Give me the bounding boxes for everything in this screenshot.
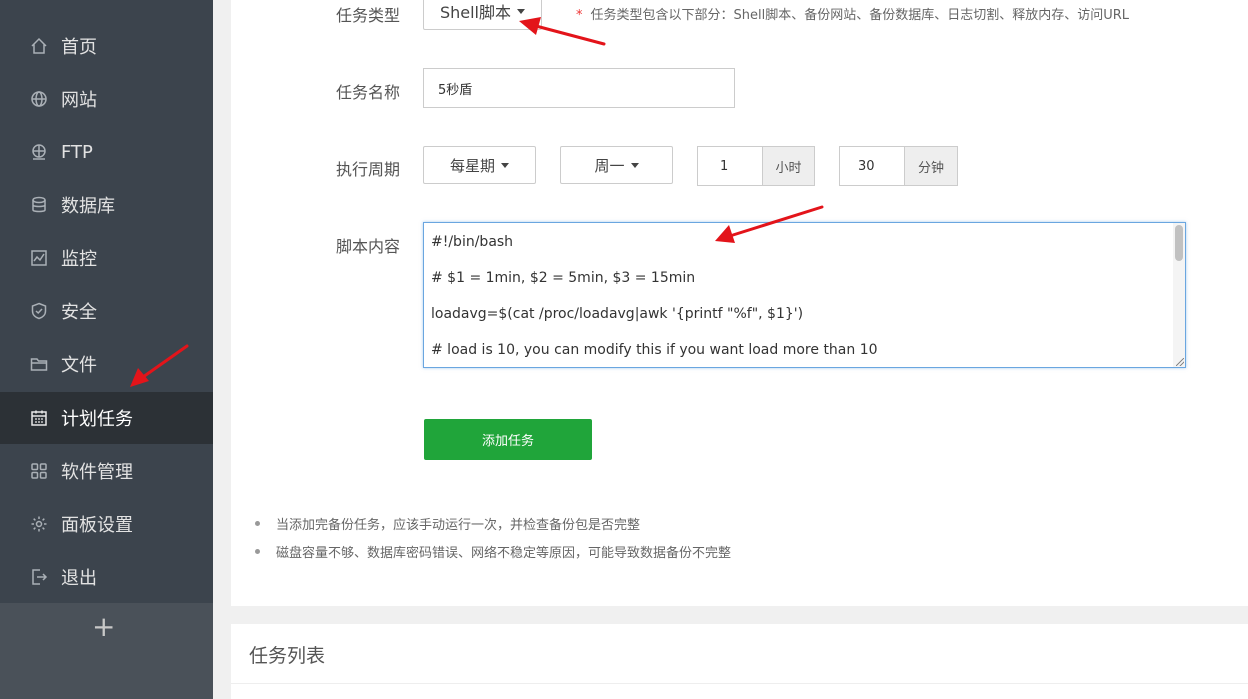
- period-label: 执行周期: [335, 160, 400, 179]
- tip-item: 当添加完备份任务，应该手动运行一次，并检查备份包是否完整: [255, 514, 640, 533]
- sidebar-item-software[interactable]: 软件管理: [0, 445, 213, 497]
- task-type-note-text: 任务类型包含以下部分：Shell脚本、备份网站、备份数据库、日志切割、释放内存、…: [590, 8, 1130, 23]
- calendar-icon: [30, 409, 48, 427]
- divider: [231, 683, 1248, 684]
- database-icon: [30, 196, 48, 214]
- grid-icon: [30, 462, 48, 480]
- code-line: # load is 10, you can modify this if you…: [431, 342, 878, 358]
- weekday-value: 周一: [594, 156, 625, 175]
- sidebar-item-database[interactable]: 数据库: [0, 179, 213, 231]
- code-line: loadavg=$(cat /proc/loadavg|awk '{printf…: [431, 306, 804, 322]
- period-value: 每星期: [449, 156, 495, 175]
- home-icon: [30, 37, 48, 55]
- task-type-dropdown[interactable]: Shell脚本: [423, 0, 542, 30]
- code-line: # $1 = 1min, $2 = 5min, $3 = 15min: [431, 270, 696, 286]
- chevron-down-icon: [517, 8, 526, 14]
- minute-unit: 分钟: [904, 146, 958, 186]
- tip-item: 磁盘容量不够、数据库密码错误、网络不稳定等原因，可能导致数据备份不完整: [255, 542, 731, 561]
- add-button[interactable]: +: [92, 612, 115, 642]
- tip-text: 磁盘容量不够、数据库密码错误、网络不稳定等原因，可能导致数据备份不完整: [276, 546, 732, 561]
- sidebar-item-label: 面板设置: [61, 515, 133, 536]
- hour-input[interactable]: 1: [697, 146, 763, 186]
- add-task-button[interactable]: 添加任务: [424, 419, 592, 460]
- sidebar-item-label: 安全: [61, 302, 97, 323]
- sidebar-item-label: 退出: [61, 568, 97, 589]
- scrollbar-thumb[interactable]: [1175, 225, 1183, 261]
- sidebar-item-label: 文件: [61, 355, 97, 376]
- chevron-down-icon: [630, 162, 639, 168]
- chevron-down-icon: [501, 162, 509, 168]
- code-line: #!/bin/bash: [431, 234, 514, 250]
- sidebar-item-label: 软件管理: [61, 462, 133, 483]
- sidebar-item-logout[interactable]: 退出: [0, 551, 213, 603]
- sidebar-item-settings[interactable]: 面板设置: [0, 498, 213, 550]
- required-marker: *: [576, 8, 583, 23]
- sidebar-item-security[interactable]: 安全: [0, 285, 213, 337]
- task-name-label: 任务名称: [335, 83, 400, 102]
- bullet-icon: [255, 549, 260, 554]
- hour-unit: 小时: [762, 146, 815, 186]
- sidebar-item-cron[interactable]: 计划任务: [0, 392, 213, 444]
- sidebar-item-label: 数据库: [61, 196, 115, 217]
- textarea-scrollbar[interactable]: [1173, 223, 1185, 367]
- period-dropdown[interactable]: 每星期: [423, 146, 536, 184]
- script-textarea[interactable]: #!/bin/bash # $1 = 1min, $2 = 5min, $3 =…: [423, 222, 1186, 368]
- logout-icon: [30, 568, 48, 586]
- shield-icon: [30, 302, 48, 320]
- weekday-dropdown[interactable]: 周一: [560, 146, 673, 184]
- sidebar-item-monitor[interactable]: 监控: [0, 232, 213, 284]
- tip-text: 当添加完备份任务，应该手动运行一次，并检查备份包是否完整: [276, 518, 641, 533]
- sidebar-item-website[interactable]: 网站: [0, 73, 213, 125]
- sidebar-item-label: 监控: [61, 249, 97, 270]
- task-list-title: 任务列表: [249, 645, 326, 667]
- task-type-label: 任务类型: [335, 6, 400, 25]
- folder-icon: [30, 355, 48, 373]
- sidebar-item-label: 计划任务: [61, 409, 133, 430]
- task-type-note: * 任务类型包含以下部分：Shell脚本、备份网站、备份数据库、日志切割、释放内存…: [576, 4, 1129, 23]
- sidebar-item-home[interactable]: 首页: [0, 20, 213, 72]
- sidebar-item-label: FTP: [61, 141, 93, 163]
- sidebar-item-label: 首页: [61, 37, 97, 58]
- sidebar-item-label: 网站: [61, 90, 97, 111]
- task-type-value: Shell脚本: [439, 3, 512, 22]
- sidebar-item-ftp[interactable]: FTP: [0, 126, 213, 178]
- monitor-icon: [30, 249, 48, 267]
- sidebar-item-files[interactable]: 文件: [0, 338, 213, 390]
- gear-icon: [30, 515, 48, 533]
- minute-input[interactable]: 30: [839, 146, 905, 186]
- ftp-icon: [30, 143, 48, 161]
- resize-handle-icon[interactable]: [1176, 358, 1184, 366]
- script-label: 脚本内容: [335, 237, 400, 256]
- bullet-icon: [255, 521, 260, 526]
- task-name-input[interactable]: 5秒盾: [423, 68, 735, 108]
- globe-icon: [30, 90, 48, 108]
- task-list-panel: [231, 624, 1248, 699]
